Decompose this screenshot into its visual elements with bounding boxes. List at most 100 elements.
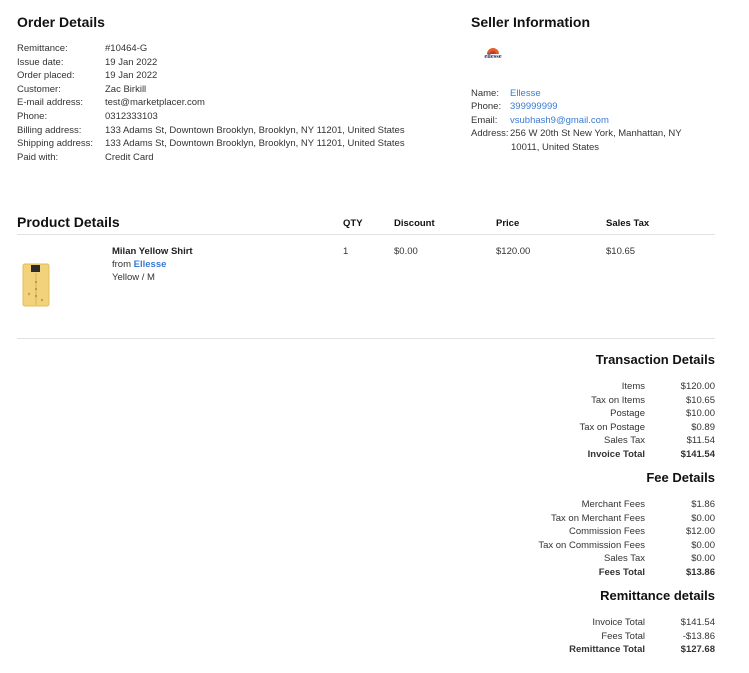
order-row-remittance: Remittance: #10464-G (17, 42, 405, 56)
order-label: Order placed: (17, 70, 75, 82)
seller-label: Email: (471, 114, 498, 126)
transaction-label: Tax on Items (591, 394, 645, 406)
order-row-shipping: Shipping address: 133 Adams St, Downtown … (17, 137, 405, 151)
product-name: Milan Yellow Shirt (112, 246, 193, 257)
product-from-label: from (112, 258, 131, 270)
order-value: 133 Adams St, Downtown Brooklyn, Brookly… (105, 124, 405, 136)
seller-logo: ellesse (479, 46, 507, 64)
remittance-label: Fees Total (601, 630, 645, 642)
order-row-customer: Customer: Zac Birkill (17, 83, 405, 97)
fee-row: Merchant Fees $1.86 (460, 498, 715, 512)
product-qty: 1 (343, 246, 349, 257)
order-row-email: E-mail address: test@marketplacer.com (17, 96, 405, 110)
fee-label: Sales Tax (603, 553, 645, 565)
product-section-divider (17, 338, 715, 339)
product-brand-line: from Ellesse (112, 259, 193, 272)
order-row-billing: Billing address: 133 Adams St, Downtown B… (17, 124, 405, 138)
transaction-label: Items (621, 381, 645, 392)
remittance-details-title: Remittance details (600, 588, 715, 603)
fee-row: Commission Fees $12.00 (460, 525, 715, 539)
order-label: Shipping address: (17, 138, 94, 150)
fee-value: $0.00 (691, 512, 715, 524)
order-label: Paid with: (17, 151, 59, 163)
seller-logo-text: ellesse (484, 53, 502, 60)
transaction-row: Tax on Postage $0.89 (460, 421, 716, 435)
col-header-discount: Discount (394, 218, 435, 229)
order-value: 19 Jan 2022 (105, 70, 158, 82)
order-label: Remittance: (17, 43, 68, 54)
fees-total-row: Fees Total $13.86 (460, 566, 715, 580)
seller-address-line: 256 W 20th St New York, Manhattan, NY (510, 128, 682, 140)
transaction-value: $10.00 (685, 408, 715, 420)
transaction-label: Postage (610, 408, 645, 420)
order-label: Customer: (17, 83, 61, 95)
product-details-title: Product Details (17, 214, 120, 230)
order-label: Billing address: (17, 124, 82, 136)
order-row-order-placed: Order placed: 19 Jan 2022 (17, 69, 405, 83)
fee-value: $13.86 (685, 566, 715, 578)
remittance-label: Invoice Total (592, 617, 645, 628)
remittance-total-row: Remittance Total $127.68 (460, 643, 715, 657)
transaction-label: Tax on Postage (579, 421, 646, 433)
seller-address: 256 W 20th St New York, Manhattan, NY 10… (510, 127, 682, 154)
order-value: test@marketplacer.com (105, 97, 205, 109)
fee-details-title: Fee Details (646, 470, 715, 485)
seller-email-link[interactable]: vsubhash9@gmail.com (510, 114, 609, 127)
remittance-label: Remittance Total (569, 644, 645, 656)
transaction-row: Tax on Items $10.65 (460, 394, 715, 408)
order-row-issue-date: Issue date: 19 Jan 2022 (17, 56, 405, 70)
order-details-list: Remittance: #10464-G Issue date: 19 Jan 20… (17, 42, 405, 164)
order-value: Credit Card (105, 151, 154, 163)
seller-details: Name: Ellesse Phone: 399999999 Email: vsubh… (471, 87, 682, 154)
transaction-label: Sales Tax (603, 435, 645, 447)
fee-details-list: Merchant Fees $1.86 Tax on Merchant Fees $… (460, 498, 715, 580)
fee-value: $0.00 (691, 553, 715, 565)
seller-address-line: 10011, United States (511, 141, 600, 153)
seller-name-link[interactable]: Ellesse (510, 87, 541, 100)
fee-label: Merchant Fees (581, 499, 645, 510)
order-row-paid-with: Paid with: Credit Card (17, 151, 405, 165)
seller-row-email: Email: vsubhash9@gmail.com (471, 114, 682, 127)
product-price: $120.00 (496, 246, 531, 257)
transaction-value: $11.54 (686, 435, 715, 447)
fee-label: Commission Fees (568, 526, 645, 538)
seller-row-address: Address: 256 W 20th St New York, Manhatt… (471, 127, 682, 154)
transaction-row: Items $120.00 (460, 380, 715, 394)
remittance-value: $127.68 (680, 644, 715, 656)
seller-label: Address: (471, 128, 509, 140)
product-sales-tax: $10.65 (606, 246, 636, 257)
transaction-value: $120.00 (680, 381, 715, 392)
transaction-details-title: Transaction Details (595, 352, 715, 367)
remittance-row: Invoice Total $141.54 (460, 616, 715, 630)
order-details-title: Order Details (17, 14, 105, 30)
order-label: E-mail address: (17, 97, 83, 109)
product-image[interactable] (22, 262, 50, 307)
col-header-qty: QTY (343, 218, 363, 229)
order-label: Issue date: (17, 56, 64, 68)
invoice-total-row: Invoice Total $141.54 (460, 448, 715, 462)
transaction-value: $141.54 (680, 448, 715, 460)
remittance-value: -$13.86 (682, 630, 715, 642)
order-value: 133 Adams St, Downtown Brooklyn, Brookly… (105, 138, 405, 150)
fee-row: Tax on Commission Fees $0.00 (460, 539, 715, 553)
transaction-row: Sales Tax $11.54 (460, 434, 715, 448)
transaction-details-list: Items $120.00 Tax on Items $10.65 Postage $… (460, 380, 716, 462)
product-info: Milan Yellow Shirt from Ellesse Yellow /… (112, 246, 193, 284)
remittance-row: Fees Total -$13.86 (460, 630, 715, 644)
fee-label: Fees Total (598, 566, 645, 578)
transaction-label: Invoice Total (587, 448, 645, 460)
order-value: Zac Birkill (105, 83, 147, 95)
seller-phone-link[interactable]: 399999999 (510, 100, 558, 113)
fee-label: Tax on Merchant Fees (551, 512, 645, 524)
fee-label: Tax on Commission Fees (538, 539, 645, 551)
order-label: Phone: (17, 110, 48, 122)
col-header-sales-tax: Sales Tax (606, 218, 650, 229)
order-value: #10464-G (105, 43, 148, 54)
seller-row-name: Name: Ellesse (471, 87, 682, 100)
product-brand-link[interactable]: Ellesse (134, 259, 167, 270)
transaction-value: $0.89 (691, 421, 715, 433)
transaction-row: Postage $10.00 (460, 407, 715, 421)
shirt-icon (22, 263, 50, 307)
fee-row: Sales Tax $0.00 (460, 552, 715, 566)
order-row-phone: Phone: 0312333103 (17, 110, 405, 124)
